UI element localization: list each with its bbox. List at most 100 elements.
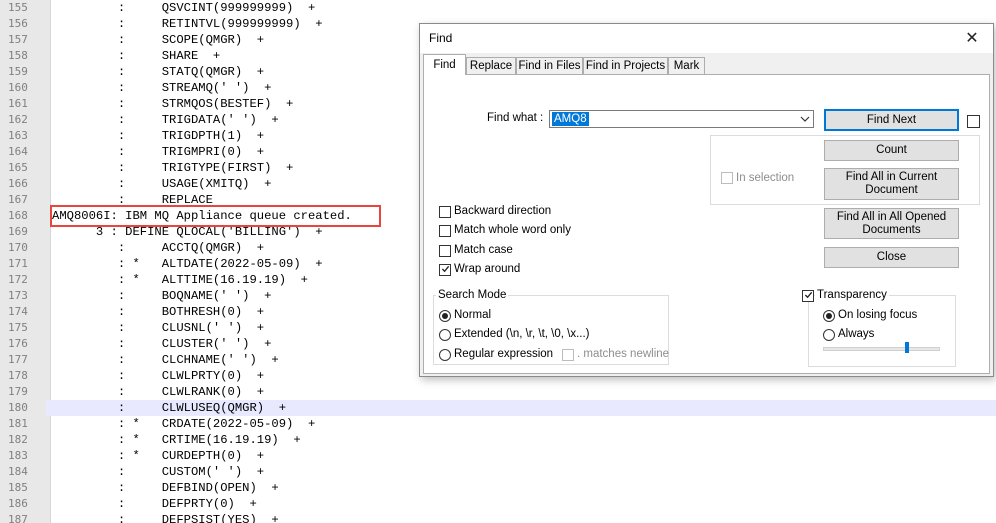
always-radio[interactable] xyxy=(823,329,835,341)
editor-line[interactable]: 180 : CLWLUSEQ(QMGR) + xyxy=(0,400,996,416)
in-selection-label: In selection xyxy=(736,172,795,184)
regex-radio[interactable] xyxy=(439,349,451,361)
editor-line[interactable]: 179 : CLWLRANK(0) + xyxy=(0,384,996,400)
line-number: 165 xyxy=(0,160,46,176)
find-all-current-button[interactable]: Find All in Current Document xyxy=(824,168,959,200)
line-number: 182 xyxy=(0,432,46,448)
code-text[interactable]: : DEFPSIST(YES) + xyxy=(52,512,279,523)
line-number: 179 xyxy=(0,384,46,400)
checkmark-icon xyxy=(804,291,813,299)
whole-word-checkbox[interactable] xyxy=(439,225,451,237)
tab-find-in-files[interactable]: Find in Files xyxy=(516,57,583,74)
code-text[interactable]: : CLUSNL(' ') + xyxy=(52,320,264,336)
tab-find-in-projects[interactable]: Find in Projects xyxy=(583,57,668,74)
line-number: 161 xyxy=(0,96,46,112)
wrap-around-label: Wrap around xyxy=(454,263,521,275)
code-text[interactable]: : STATQ(QMGR) + xyxy=(52,64,264,80)
find-next-option-checkbox[interactable] xyxy=(967,115,980,128)
line-number: 163 xyxy=(0,128,46,144)
line-number: 180 xyxy=(0,400,46,416)
code-text[interactable]: : ACCTQ(QMGR) + xyxy=(52,240,264,256)
search-mode-title: Search Mode xyxy=(436,289,509,301)
transparency-slider-track[interactable] xyxy=(823,347,940,351)
line-number: 158 xyxy=(0,48,46,64)
code-text[interactable]: : * CRTIME(16.19.19) + xyxy=(52,432,301,448)
transparency-slider-thumb[interactable] xyxy=(905,342,909,353)
code-text[interactable]: : CLWLRANK(0) + xyxy=(52,384,264,400)
code-text[interactable]: : DEFBIND(OPEN) + xyxy=(52,480,279,496)
code-text[interactable]: : TRIGMPRI(0) + xyxy=(52,144,264,160)
close-icon[interactable]: ✕ xyxy=(957,27,987,49)
tab-find[interactable]: Find xyxy=(423,54,466,75)
code-text[interactable]: : BOQNAME(' ') + xyxy=(52,288,272,304)
code-text[interactable]: : QSVCINT(999999999) + xyxy=(52,0,315,16)
editor-line[interactable]: 181 : * CRDATE(2022-05-09) + xyxy=(0,416,996,432)
line-number: 169 xyxy=(0,224,46,240)
matches-newline-label: . matches newline xyxy=(577,348,670,360)
code-text[interactable]: : * CRDATE(2022-05-09) + xyxy=(52,416,315,432)
find-what-label: Find what : xyxy=(487,112,544,124)
code-text[interactable]: : CLWLUSEQ(QMGR) + xyxy=(52,400,286,416)
dialog-title: Find xyxy=(429,31,453,45)
code-text[interactable]: : TRIGTYPE(FIRST) + xyxy=(52,160,294,176)
extended-radio[interactable] xyxy=(439,329,451,341)
code-text[interactable]: : CLCHNAME(' ') + xyxy=(52,352,279,368)
code-text[interactable]: : RETINTVL(999999999) + xyxy=(52,16,323,32)
regex-label: Regular expression xyxy=(454,348,554,360)
find-next-button[interactable]: Find Next xyxy=(824,109,959,131)
tab-replace[interactable]: Replace xyxy=(466,57,516,74)
wrap-around-checkbox[interactable] xyxy=(439,264,451,276)
matches-newline-checkbox[interactable] xyxy=(562,349,574,361)
on-losing-focus-label: On losing focus xyxy=(838,309,918,321)
find-what-input[interactable]: AMQ8 xyxy=(552,112,589,126)
chevron-down-icon[interactable] xyxy=(799,113,811,125)
line-number: 176 xyxy=(0,336,46,352)
dialog-titlebar[interactable]: Find ✕ xyxy=(420,24,993,53)
line-number: 178 xyxy=(0,368,46,384)
editor-line[interactable]: 187 : DEFPSIST(YES) + xyxy=(0,512,996,523)
code-text[interactable]: : BOTHRESH(0) + xyxy=(52,304,264,320)
line-number: 155 xyxy=(0,0,46,16)
match-case-checkbox[interactable] xyxy=(439,245,451,257)
find-what-combo[interactable]: AMQ8 xyxy=(549,110,814,128)
code-text[interactable]: : TRIGDATA(' ') + xyxy=(52,112,279,128)
on-losing-focus-radio[interactable] xyxy=(823,310,835,322)
code-text[interactable]: : CUSTOM(' ') + xyxy=(52,464,264,480)
count-button[interactable]: Count xyxy=(824,140,959,161)
backward-direction-label: Backward direction xyxy=(454,205,552,217)
transparency-checkbox[interactable] xyxy=(802,290,814,302)
in-selection-checkbox[interactable] xyxy=(721,172,733,184)
code-text[interactable]: : SHARE + xyxy=(52,48,220,64)
code-text[interactable]: : * CURDEPTH(0) + xyxy=(52,448,264,464)
code-text[interactable]: : * ALTDATE(2022-05-09) + xyxy=(52,256,323,272)
editor-line[interactable]: 155 : QSVCINT(999999999) + xyxy=(0,0,996,16)
line-number: 167 xyxy=(0,192,46,208)
line-number: 185 xyxy=(0,480,46,496)
normal-radio[interactable] xyxy=(439,310,451,322)
transparency-title: Transparency xyxy=(815,289,889,301)
code-text[interactable]: : TRIGDPTH(1) + xyxy=(52,128,264,144)
line-number: 181 xyxy=(0,416,46,432)
code-text[interactable]: : CLUSTER(' ') + xyxy=(52,336,272,352)
editor-line[interactable]: 183 : * CURDEPTH(0) + xyxy=(0,448,996,464)
find-all-opened-button[interactable]: Find All in All Opened Documents xyxy=(824,208,959,239)
code-text[interactable]: : * ALTTIME(16.19.19) + xyxy=(52,272,308,288)
normal-label: Normal xyxy=(454,309,492,321)
editor-line[interactable]: 186 : DEFPRTY(0) + xyxy=(0,496,996,512)
tab-mark[interactable]: Mark xyxy=(668,57,705,74)
line-number: 162 xyxy=(0,112,46,128)
line-number: 159 xyxy=(0,64,46,80)
code-text[interactable]: : CLWLPRTY(0) + xyxy=(52,368,264,384)
backward-direction-checkbox[interactable] xyxy=(439,206,451,218)
code-text[interactable]: : STRMQOS(BESTEF) + xyxy=(52,96,294,112)
close-button[interactable]: Close xyxy=(824,247,959,268)
line-number: 171 xyxy=(0,256,46,272)
editor-line[interactable]: 185 : DEFBIND(OPEN) + xyxy=(0,480,996,496)
editor-line[interactable]: 182 : * CRTIME(16.19.19) + xyxy=(0,432,996,448)
code-text[interactable]: : DEFPRTY(0) + xyxy=(52,496,257,512)
editor-line[interactable]: 184 : CUSTOM(' ') + xyxy=(0,464,996,480)
line-number: 186 xyxy=(0,496,46,512)
code-text[interactable]: : STREAMQ(' ') + xyxy=(52,80,272,96)
code-text[interactable]: : USAGE(XMITQ) + xyxy=(52,176,272,192)
code-text[interactable]: : SCOPE(QMGR) + xyxy=(52,32,264,48)
